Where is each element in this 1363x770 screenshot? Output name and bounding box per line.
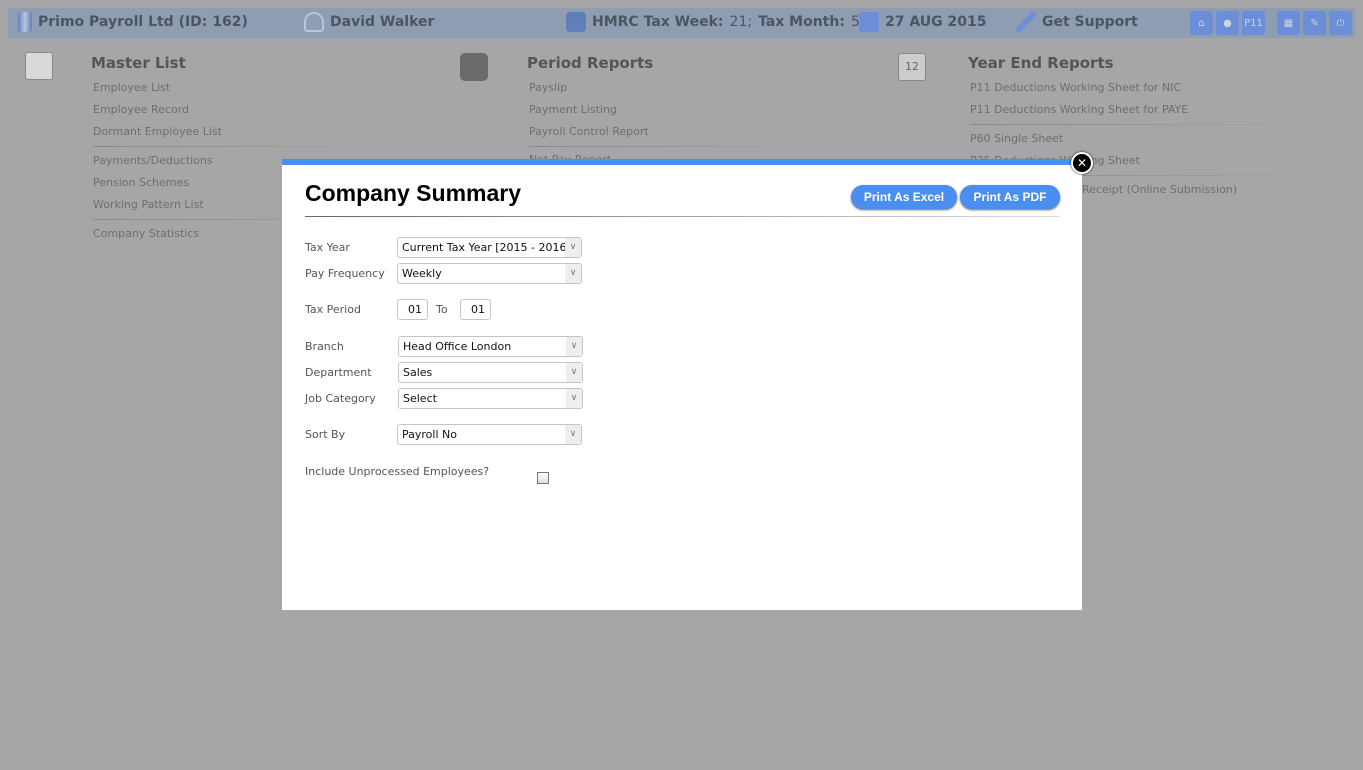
company-name: Primo Payroll Ltd (ID: 162) — [38, 14, 248, 30]
logout-button[interactable]: ⏻ — [1329, 11, 1352, 35]
divider — [93, 146, 393, 147]
chevron-down-icon: ∨ — [565, 238, 581, 257]
p11-button[interactable]: P11 — [1242, 11, 1265, 35]
divider — [529, 146, 829, 147]
pay-frequency-value: Weekly — [402, 267, 442, 280]
link-pension-schemes[interactable]: Pension Schemes — [93, 176, 189, 189]
sort-by-select[interactable]: Payroll No ∨ — [397, 424, 582, 445]
title-divider — [305, 216, 1060, 217]
include-unprocessed-label: Include Unprocessed Employees? — [305, 465, 490, 478]
home-button[interactable]: ⌂ — [1190, 11, 1213, 35]
year-end-reports-heading: Year End Reports — [968, 54, 1114, 72]
date-info: 27 AUG 2015 — [859, 12, 986, 32]
calculator-icon: ▦ — [1283, 17, 1294, 29]
dialog-title: Company Summary — [305, 180, 522, 206]
calendar-icon: 12 — [898, 53, 926, 81]
tax-week-value: 21; — [729, 14, 753, 30]
pay-frequency-select[interactable]: Weekly ∨ — [397, 263, 582, 284]
link-p11-nic[interactable]: P11 Deductions Working Sheet for NIC — [970, 81, 1181, 94]
chevron-down-icon: ∨ — [565, 425, 581, 444]
document-icon — [25, 52, 53, 80]
tax-period-from-input[interactable]: 01 — [397, 299, 428, 320]
include-unprocessed-checkbox[interactable] — [537, 472, 549, 484]
master-list-heading: Master List — [91, 54, 186, 72]
link-p60-single-sheet[interactable]: P60 Single Sheet — [970, 132, 1063, 145]
company-info: Primo Payroll Ltd (ID: 162) — [18, 12, 248, 32]
user-button[interactable]: ● — [1216, 11, 1239, 35]
user-icon — [304, 12, 324, 32]
p11-icon: P11 — [1244, 17, 1263, 29]
pencil-icon — [1016, 12, 1036, 32]
history-drive-icon — [460, 53, 488, 81]
chevron-down-icon: ∨ — [566, 389, 582, 408]
link-payment-listing[interactable]: Payment Listing — [529, 103, 617, 116]
tax-info: HMRC Tax Week: 21; Tax Month: 5 — [566, 12, 860, 32]
close-icon: ✕ — [1076, 156, 1088, 170]
tax-period-label: Tax Period — [305, 303, 361, 316]
power-icon: ⏻ — [1336, 17, 1345, 29]
sort-by-label: Sort By — [305, 428, 346, 441]
calendar-icon — [859, 12, 879, 32]
tax-week-label: HMRC Tax Week: — [592, 14, 724, 30]
home-icon: ⌂ — [1198, 17, 1205, 29]
settings-button[interactable]: ✎ — [1303, 11, 1326, 35]
department-label: Department — [305, 366, 372, 379]
tax-period-to-label: To — [436, 303, 448, 316]
department-select[interactable]: Sales ∨ — [398, 362, 583, 383]
current-date: 27 AUG 2015 — [885, 14, 987, 30]
top-bar: Primo Payroll Ltd (ID: 162) David Walker… — [8, 8, 1355, 38]
user-icon: ● — [1223, 17, 1232, 29]
job-category-value: Select — [403, 392, 437, 405]
chevron-down-icon: ∨ — [565, 264, 581, 283]
tax-year-value: Current Tax Year [2015 - 2016] — [402, 241, 571, 254]
link-payments-deductions[interactable]: Payments/Deductions — [93, 154, 213, 167]
print-as-pdf-button[interactable]: Print As PDF — [960, 185, 1060, 209]
link-employee-record[interactable]: Employee Record — [93, 103, 189, 116]
link-payslip[interactable]: Payslip — [529, 81, 567, 94]
link-employee-list[interactable]: Employee List — [93, 81, 170, 94]
link-online-submission-receipt[interactable]: Receipt (Online Submission) — [1082, 183, 1237, 196]
job-category-select[interactable]: Select ∨ — [398, 388, 583, 409]
company-summary-dialog: Company Summary Print As Excel Print As … — [282, 159, 1082, 610]
calculator-button[interactable]: ▦ — [1277, 11, 1300, 35]
branch-label: Branch — [305, 340, 344, 353]
get-support-link[interactable]: Get Support — [1016, 12, 1138, 32]
get-support-label: Get Support — [1042, 14, 1138, 30]
department-value: Sales — [403, 366, 433, 379]
print-as-excel-button[interactable]: Print As Excel — [851, 185, 957, 209]
tax-year-label: Tax Year — [305, 241, 350, 254]
period-reports-heading: Period Reports — [527, 54, 654, 72]
branch-select[interactable]: Head Office London ∨ — [398, 336, 583, 357]
chevron-down-icon: ∨ — [566, 363, 582, 382]
link-working-pattern-list[interactable]: Working Pattern List — [93, 198, 204, 211]
tax-month-label: Tax Month: — [758, 14, 845, 30]
close-dialog-button[interactable]: ✕ — [1071, 152, 1093, 174]
branch-value: Head Office London — [403, 340, 512, 353]
link-p11-paye[interactable]: P11 Deductions Working Sheet for PAYE — [970, 103, 1188, 116]
hmrc-crown-icon — [566, 12, 586, 32]
link-company-statistics[interactable]: Company Statistics — [93, 227, 199, 240]
user-name: David Walker — [330, 14, 435, 30]
wrench-icon: ✎ — [1310, 17, 1319, 29]
sort-by-value: Payroll No — [402, 428, 457, 441]
building-icon — [18, 12, 32, 32]
link-dormant-employee-list[interactable]: Dormant Employee List — [93, 125, 222, 138]
link-payroll-control-report[interactable]: Payroll Control Report — [529, 125, 649, 138]
tax-year-select[interactable]: Current Tax Year [2015 - 2016] ∨ — [397, 237, 582, 258]
job-category-label: Job Category — [305, 392, 376, 405]
pay-frequency-label: Pay Frequency — [305, 267, 385, 280]
user-info: David Walker — [304, 12, 434, 32]
chevron-down-icon: ∨ — [566, 337, 582, 356]
divider — [970, 124, 1300, 125]
tax-period-to-input[interactable]: 01 — [460, 299, 491, 320]
